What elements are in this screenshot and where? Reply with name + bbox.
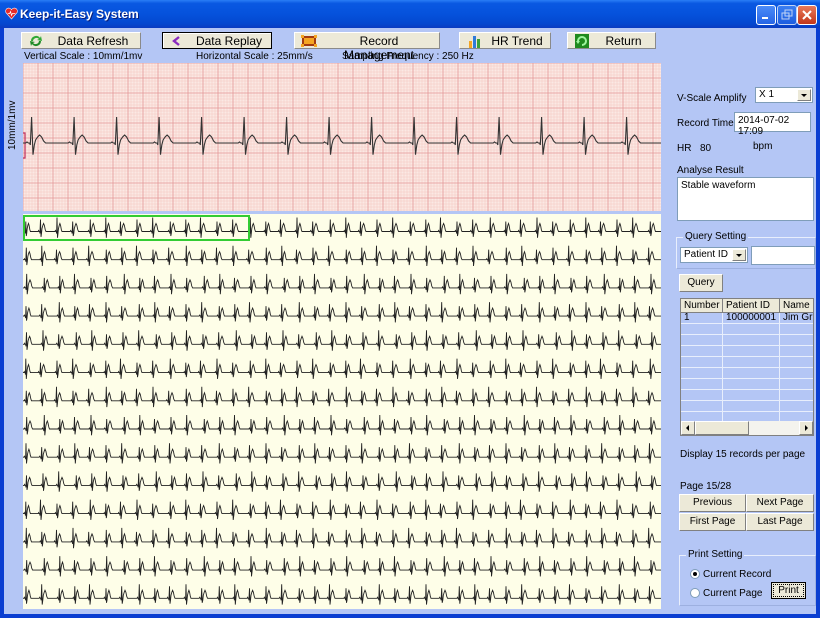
hr-trend-label: HR Trend bbox=[491, 34, 543, 48]
overview-trace-row bbox=[23, 527, 663, 549]
column-header-name[interactable]: Name bbox=[780, 299, 813, 313]
ecg-overview-chart bbox=[23, 215, 663, 605]
ecg-overview[interactable] bbox=[23, 214, 663, 609]
table-row-empty bbox=[681, 401, 813, 412]
data-refresh-label: Data Refresh bbox=[57, 34, 129, 48]
next-page-button[interactable]: Next Page bbox=[746, 494, 814, 512]
previous-page-button[interactable]: Previous Page bbox=[679, 494, 746, 524]
record-management-button[interactable]: Record Management bbox=[294, 32, 440, 62]
hr-value: 80 bbox=[700, 143, 712, 154]
table-row-empty bbox=[681, 335, 813, 346]
overview-trace-row bbox=[23, 330, 663, 351]
record-time-label: Record Time bbox=[677, 118, 734, 129]
title-bar[interactable]: Keep-it-Easy System bbox=[0, 0, 820, 28]
table-header: Number Patient ID Name bbox=[681, 299, 813, 313]
close-icon bbox=[802, 10, 812, 20]
scroll-right-button[interactable] bbox=[799, 421, 813, 435]
overview-trace-row bbox=[23, 217, 663, 238]
table-row-empty bbox=[681, 357, 813, 368]
query-field-value: Patient ID bbox=[684, 249, 728, 260]
table-row[interactable]: 1 100000001 Jim Grie bbox=[681, 313, 813, 324]
restore-button[interactable] bbox=[777, 5, 797, 25]
refresh-icon bbox=[30, 36, 42, 47]
last-page-button[interactable]: Last Page bbox=[746, 513, 814, 531]
print-button[interactable]: Print bbox=[771, 582, 806, 599]
horizontal-scrollbar[interactable] bbox=[681, 421, 813, 435]
ecg-detail-view[interactable] bbox=[23, 63, 661, 211]
chevron-down-icon[interactable] bbox=[732, 249, 746, 261]
overview-trace-row bbox=[23, 471, 663, 492]
overview-trace-row bbox=[23, 414, 663, 436]
page-info: Page 15/28 bbox=[680, 481, 732, 492]
close-button[interactable] bbox=[797, 5, 817, 25]
data-replay-label: Data Replay bbox=[195, 34, 263, 48]
vertical-scale-label: Vertical Scale : 10mm/1mv bbox=[24, 51, 143, 62]
bar-chart-icon bbox=[469, 36, 480, 48]
return-icon bbox=[575, 34, 589, 48]
sampling-frequency-label: Sampling Frequency : 250 Hz bbox=[342, 51, 474, 62]
records-per-page-label: Display 15 records per page bbox=[680, 449, 806, 460]
ecg-detail-chart bbox=[23, 63, 661, 211]
return-button[interactable]: Return bbox=[567, 32, 656, 49]
current-page-radio[interactable] bbox=[690, 588, 700, 598]
analyse-result-field[interactable]: Stable waveform bbox=[677, 177, 814, 221]
record-time-field[interactable]: 2014-07-02 17:09 bbox=[734, 112, 811, 137]
scroll-right-icon bbox=[805, 425, 808, 431]
current-record-label[interactable]: Current Record bbox=[703, 569, 771, 580]
minimize-icon bbox=[762, 17, 768, 19]
table-row-empty bbox=[681, 368, 813, 379]
hr-trend-button[interactable]: HR Trend bbox=[459, 32, 551, 49]
scroll-left-icon bbox=[686, 425, 689, 431]
overview-trace-row bbox=[23, 499, 663, 520]
heart-icon bbox=[5, 7, 18, 20]
scroll-thumb[interactable] bbox=[695, 421, 749, 435]
restore-icon bbox=[781, 9, 793, 20]
print-setting-legend: Print Setting bbox=[686, 549, 745, 560]
table-row-empty bbox=[681, 390, 813, 401]
table-row-empty bbox=[681, 324, 813, 335]
scroll-left-button[interactable] bbox=[681, 421, 695, 435]
records-icon bbox=[301, 35, 317, 47]
horizontal-scale-label: Horizontal Scale : 25mm/s bbox=[196, 51, 313, 62]
patient-table[interactable]: Number Patient ID Name 1 100000001 Jim G… bbox=[680, 298, 814, 436]
overview-trace-row bbox=[23, 584, 663, 605]
minimize-button[interactable] bbox=[756, 5, 776, 25]
data-replay-button[interactable]: Data Replay bbox=[162, 32, 272, 49]
vscale-value: X 1 bbox=[759, 89, 775, 100]
vscale-select[interactable]: X 1 bbox=[755, 87, 813, 103]
current-record-radio[interactable] bbox=[690, 569, 700, 579]
cell-name: Jim Grie bbox=[780, 313, 813, 324]
overview-trace-row bbox=[23, 386, 663, 408]
back-arrow-icon bbox=[172, 36, 180, 46]
overview-trace-row bbox=[23, 302, 663, 323]
chevron-down-icon[interactable] bbox=[797, 89, 811, 101]
vscale-label: V-Scale Amplify bbox=[677, 93, 747, 104]
current-page-label[interactable]: Current Page bbox=[703, 588, 762, 599]
column-header-patient-id[interactable]: Patient ID bbox=[723, 299, 780, 313]
overview-trace-row bbox=[23, 358, 663, 379]
overview-trace-row bbox=[23, 556, 663, 577]
app-window: Keep-it-Easy System Data Refresh Data Re… bbox=[0, 0, 820, 618]
query-field-select[interactable]: Patient ID bbox=[680, 247, 748, 263]
table-row-empty bbox=[681, 346, 813, 357]
cell-patient-id: 100000001 bbox=[723, 313, 780, 324]
overview-trace-row bbox=[23, 245, 663, 267]
first-page-button[interactable]: First Page bbox=[679, 513, 746, 531]
query-setting-legend: Query Setting bbox=[683, 231, 749, 242]
hr-label: HR bbox=[677, 143, 692, 154]
overview-trace-row bbox=[23, 273, 663, 295]
query-input[interactable] bbox=[751, 246, 815, 265]
window-title: Keep-it-Easy System bbox=[20, 7, 139, 21]
hr-unit: bpm bbox=[753, 141, 773, 152]
column-header-number[interactable]: Number bbox=[681, 299, 723, 313]
analyse-result-label: Analyse Result bbox=[677, 165, 744, 176]
overview-trace-row bbox=[23, 443, 663, 464]
query-button[interactable]: Query bbox=[679, 274, 723, 292]
calibration-label: 10mm/1mv bbox=[7, 100, 18, 150]
table-row-empty bbox=[681, 379, 813, 390]
return-label: Return bbox=[605, 34, 642, 48]
cell-number: 1 bbox=[681, 313, 723, 324]
data-refresh-button[interactable]: Data Refresh bbox=[21, 32, 141, 49]
